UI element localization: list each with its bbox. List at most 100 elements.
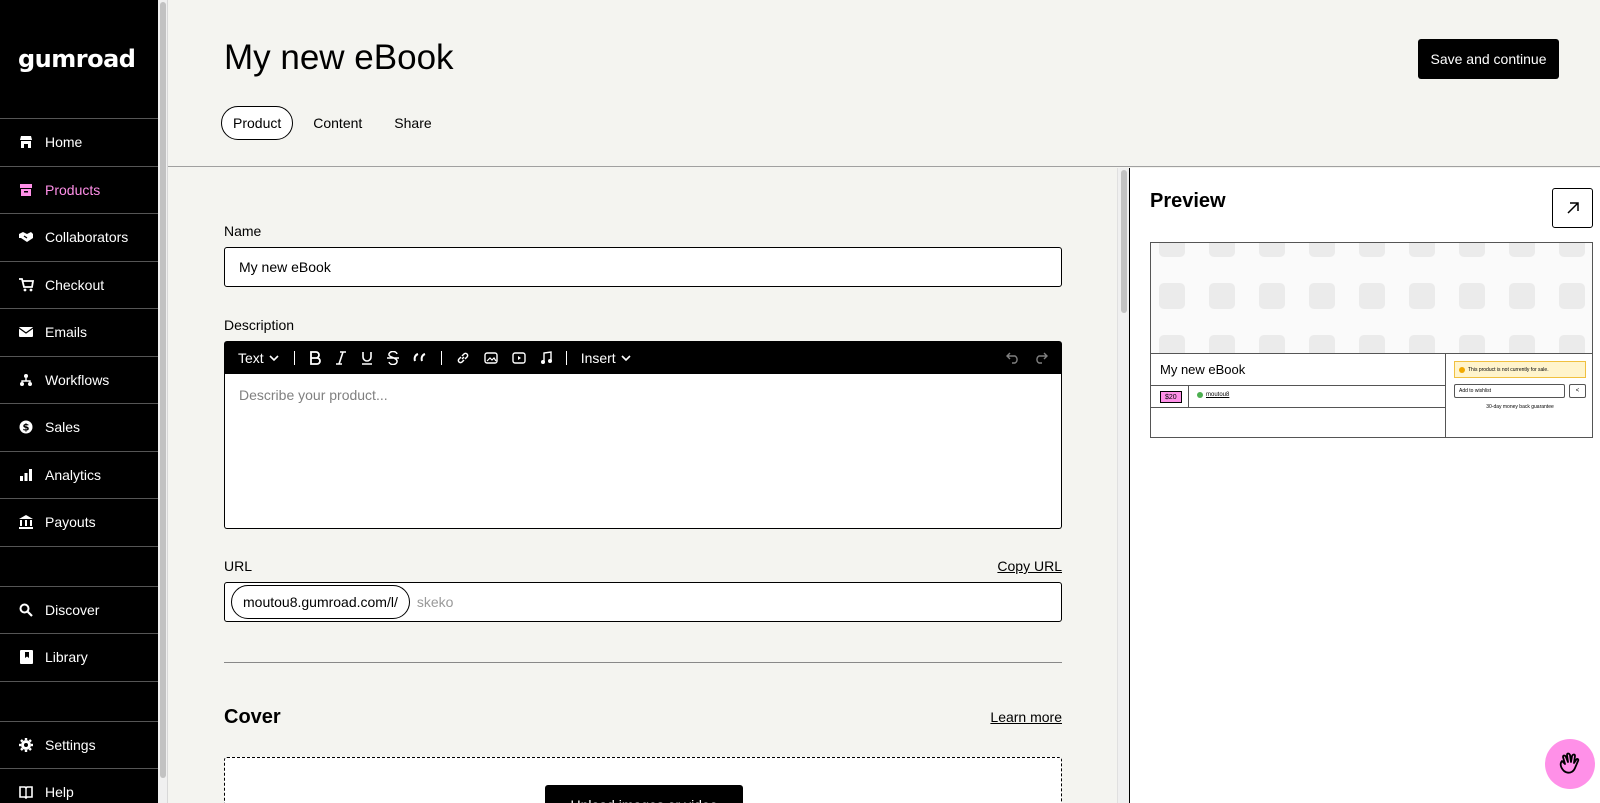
- sidebar-item-workflows[interactable]: Workflows: [0, 357, 158, 404]
- page-title: My new eBook: [224, 38, 454, 77]
- url-slug-input[interactable]: skeko: [417, 594, 454, 610]
- underline-icon[interactable]: [361, 351, 373, 365]
- product-form: Name My new eBook Description Text Inser…: [168, 168, 1129, 803]
- svg-text:$: $: [23, 423, 30, 434]
- search-icon: [18, 602, 34, 618]
- preview-price-tag: $20: [1160, 391, 1182, 403]
- sidebar-item-products[interactable]: Products: [0, 167, 158, 214]
- sidebar-item-sales[interactable]: $ Sales: [0, 404, 158, 452]
- sidebar-item-payouts[interactable]: Payouts: [0, 499, 158, 547]
- share-icon: <: [1569, 384, 1586, 398]
- name-input[interactable]: My new eBook: [224, 247, 1062, 287]
- history-controls: [1006, 352, 1048, 364]
- warning-icon: [1459, 366, 1465, 373]
- dollar-circle-icon: $: [18, 419, 34, 435]
- arrow-up-right-icon: [1566, 202, 1579, 214]
- waving-hand-icon: [1559, 752, 1580, 774]
- preview-cover-pattern: [1151, 243, 1592, 354]
- strikethrough-icon[interactable]: [386, 350, 399, 365]
- sidebar-item-discover[interactable]: Discover: [0, 587, 158, 634]
- sidebar-item-collaborators[interactable]: Collaborators: [0, 214, 158, 262]
- editor-toolbar: Text Insert: [224, 341, 1062, 374]
- preview-row-divider: [1188, 386, 1189, 408]
- save-and-continue-button[interactable]: Save and continue: [1418, 39, 1559, 79]
- italic-icon[interactable]: [335, 350, 347, 365]
- sidebar-item-label: Analytics: [45, 466, 102, 483]
- sidebar-item-library[interactable]: Library: [0, 634, 158, 682]
- sidebar-item-checkout[interactable]: Checkout: [0, 262, 158, 309]
- toolbar-divider: [440, 350, 442, 365]
- name-value: My new eBook: [239, 259, 331, 275]
- sidebar-item-home[interactable]: Home: [0, 119, 158, 167]
- book-icon: [18, 784, 34, 800]
- page-header: My new eBook Save and continue Product C…: [168, 0, 1600, 167]
- insert-label: Insert: [580, 349, 616, 366]
- preview-seller-name: moutou8: [1206, 392, 1230, 398]
- sidebar-item-label: Workflows: [45, 371, 110, 388]
- description-label: Description: [224, 317, 295, 333]
- preview-warning: This product is not currently for sale.: [1454, 361, 1586, 378]
- form-scrollbar[interactable]: [1117, 168, 1129, 803]
- gear-icon: [18, 737, 34, 753]
- preview-product-info: My new eBook $20 moutou8: [1151, 354, 1446, 437]
- gumroad-logo[interactable]: Gumroad: [0, 0, 158, 119]
- music-icon[interactable]: [540, 350, 552, 365]
- text-style-dropdown[interactable]: Text: [238, 350, 280, 366]
- bar-chart-icon: [18, 467, 34, 483]
- redo-icon[interactable]: [1034, 352, 1048, 364]
- help-chat-button[interactable]: [1545, 739, 1595, 789]
- preview-wishlist-label: Add to wishlist: [1459, 388, 1491, 394]
- tab-share[interactable]: Share: [382, 106, 443, 140]
- link-icon[interactable]: [456, 351, 470, 365]
- learn-more-link[interactable]: Learn more: [990, 709, 1062, 725]
- sidebar-item-help[interactable]: Help: [0, 769, 158, 803]
- text-style-label: Text: [238, 349, 264, 366]
- preview-warning-text: This product is not currently for sale.: [1468, 366, 1549, 373]
- tab-product[interactable]: Product: [221, 106, 294, 140]
- preview-product-card: My new eBook $20 moutou8 This product is…: [1150, 242, 1593, 438]
- image-icon[interactable]: [483, 351, 498, 364]
- sidebar-item-label: Library: [45, 649, 88, 666]
- sidebar-spacer: [0, 682, 158, 722]
- description-placeholder: Describe your product...: [239, 387, 388, 403]
- sidebar-item-settings[interactable]: Settings: [0, 722, 158, 769]
- sidebar-item-label: Collaborators: [45, 229, 129, 246]
- chevron-down-icon: [269, 354, 279, 361]
- preview-purchase-box: This product is not currently for sale. …: [1447, 354, 1592, 437]
- sidebar-item-analytics[interactable]: Analytics: [0, 452, 158, 499]
- preview-seller: moutou8: [1197, 392, 1229, 398]
- store-icon: [18, 134, 34, 150]
- undo-icon[interactable]: [1006, 352, 1020, 364]
- preview-title: Preview: [1150, 190, 1226, 212]
- open-preview-button[interactable]: [1552, 188, 1593, 228]
- url-field[interactable]: moutou8.gumroad.com/l/ skeko: [224, 582, 1062, 622]
- sidebar-item-label: Discover: [45, 601, 100, 618]
- sidebar-item-label: Settings: [45, 736, 96, 753]
- tab-bar: Product Content Share: [221, 106, 444, 140]
- scrollbar-thumb[interactable]: [160, 2, 166, 778]
- scrollbar-thumb[interactable]: [1121, 170, 1127, 313]
- cover-dropzone[interactable]: Upload images or video: [224, 757, 1062, 803]
- handshake-icon: [18, 229, 34, 245]
- copy-url-link[interactable]: Copy URL: [997, 558, 1062, 574]
- archive-icon: [18, 182, 34, 198]
- sidebar-item-label: Home: [45, 134, 83, 151]
- description-editor[interactable]: Describe your product...: [224, 374, 1062, 529]
- sidebar-scrollbar[interactable]: [158, 0, 168, 803]
- preview-price-row: $20 moutou8: [1151, 385, 1446, 408]
- seller-avatar: [1197, 392, 1203, 398]
- tab-content[interactable]: Content: [301, 106, 374, 140]
- sidebar-item-label: Sales: [45, 419, 81, 436]
- preview-product-title: My new eBook: [1160, 362, 1246, 377]
- sidebar-item-emails[interactable]: Emails: [0, 309, 158, 357]
- insert-dropdown[interactable]: Insert: [581, 350, 632, 366]
- sidebar-item-label: Emails: [45, 324, 88, 341]
- video-icon[interactable]: [511, 351, 526, 364]
- preview-guarantee: 30-day money back guarantee: [1486, 404, 1554, 410]
- quote-icon[interactable]: [413, 352, 427, 364]
- bold-icon[interactable]: [309, 350, 321, 365]
- preview-wishlist-select: Add to wishlist: [1454, 384, 1565, 398]
- name-label: Name: [224, 223, 262, 239]
- cart-icon: [18, 277, 34, 293]
- upload-images-button[interactable]: Upload images or video: [545, 785, 743, 803]
